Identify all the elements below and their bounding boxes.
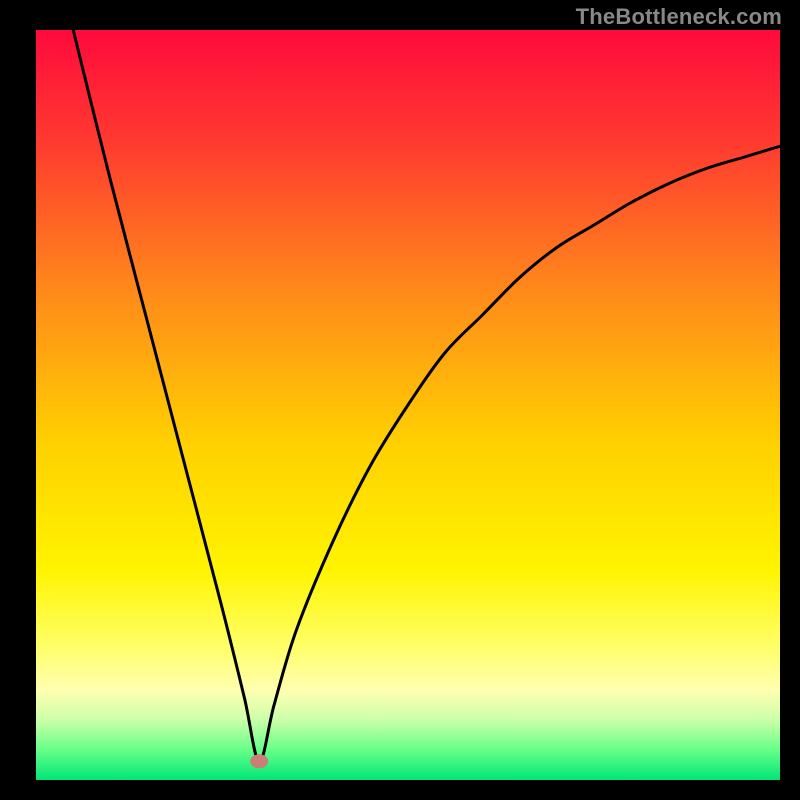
watermark-text: TheBottleneck.com (576, 4, 782, 30)
bottleneck-chart (0, 0, 800, 800)
minimum-marker (250, 754, 268, 768)
chart-frame: { "watermark": "TheBottleneck.com", "cha… (0, 0, 800, 800)
